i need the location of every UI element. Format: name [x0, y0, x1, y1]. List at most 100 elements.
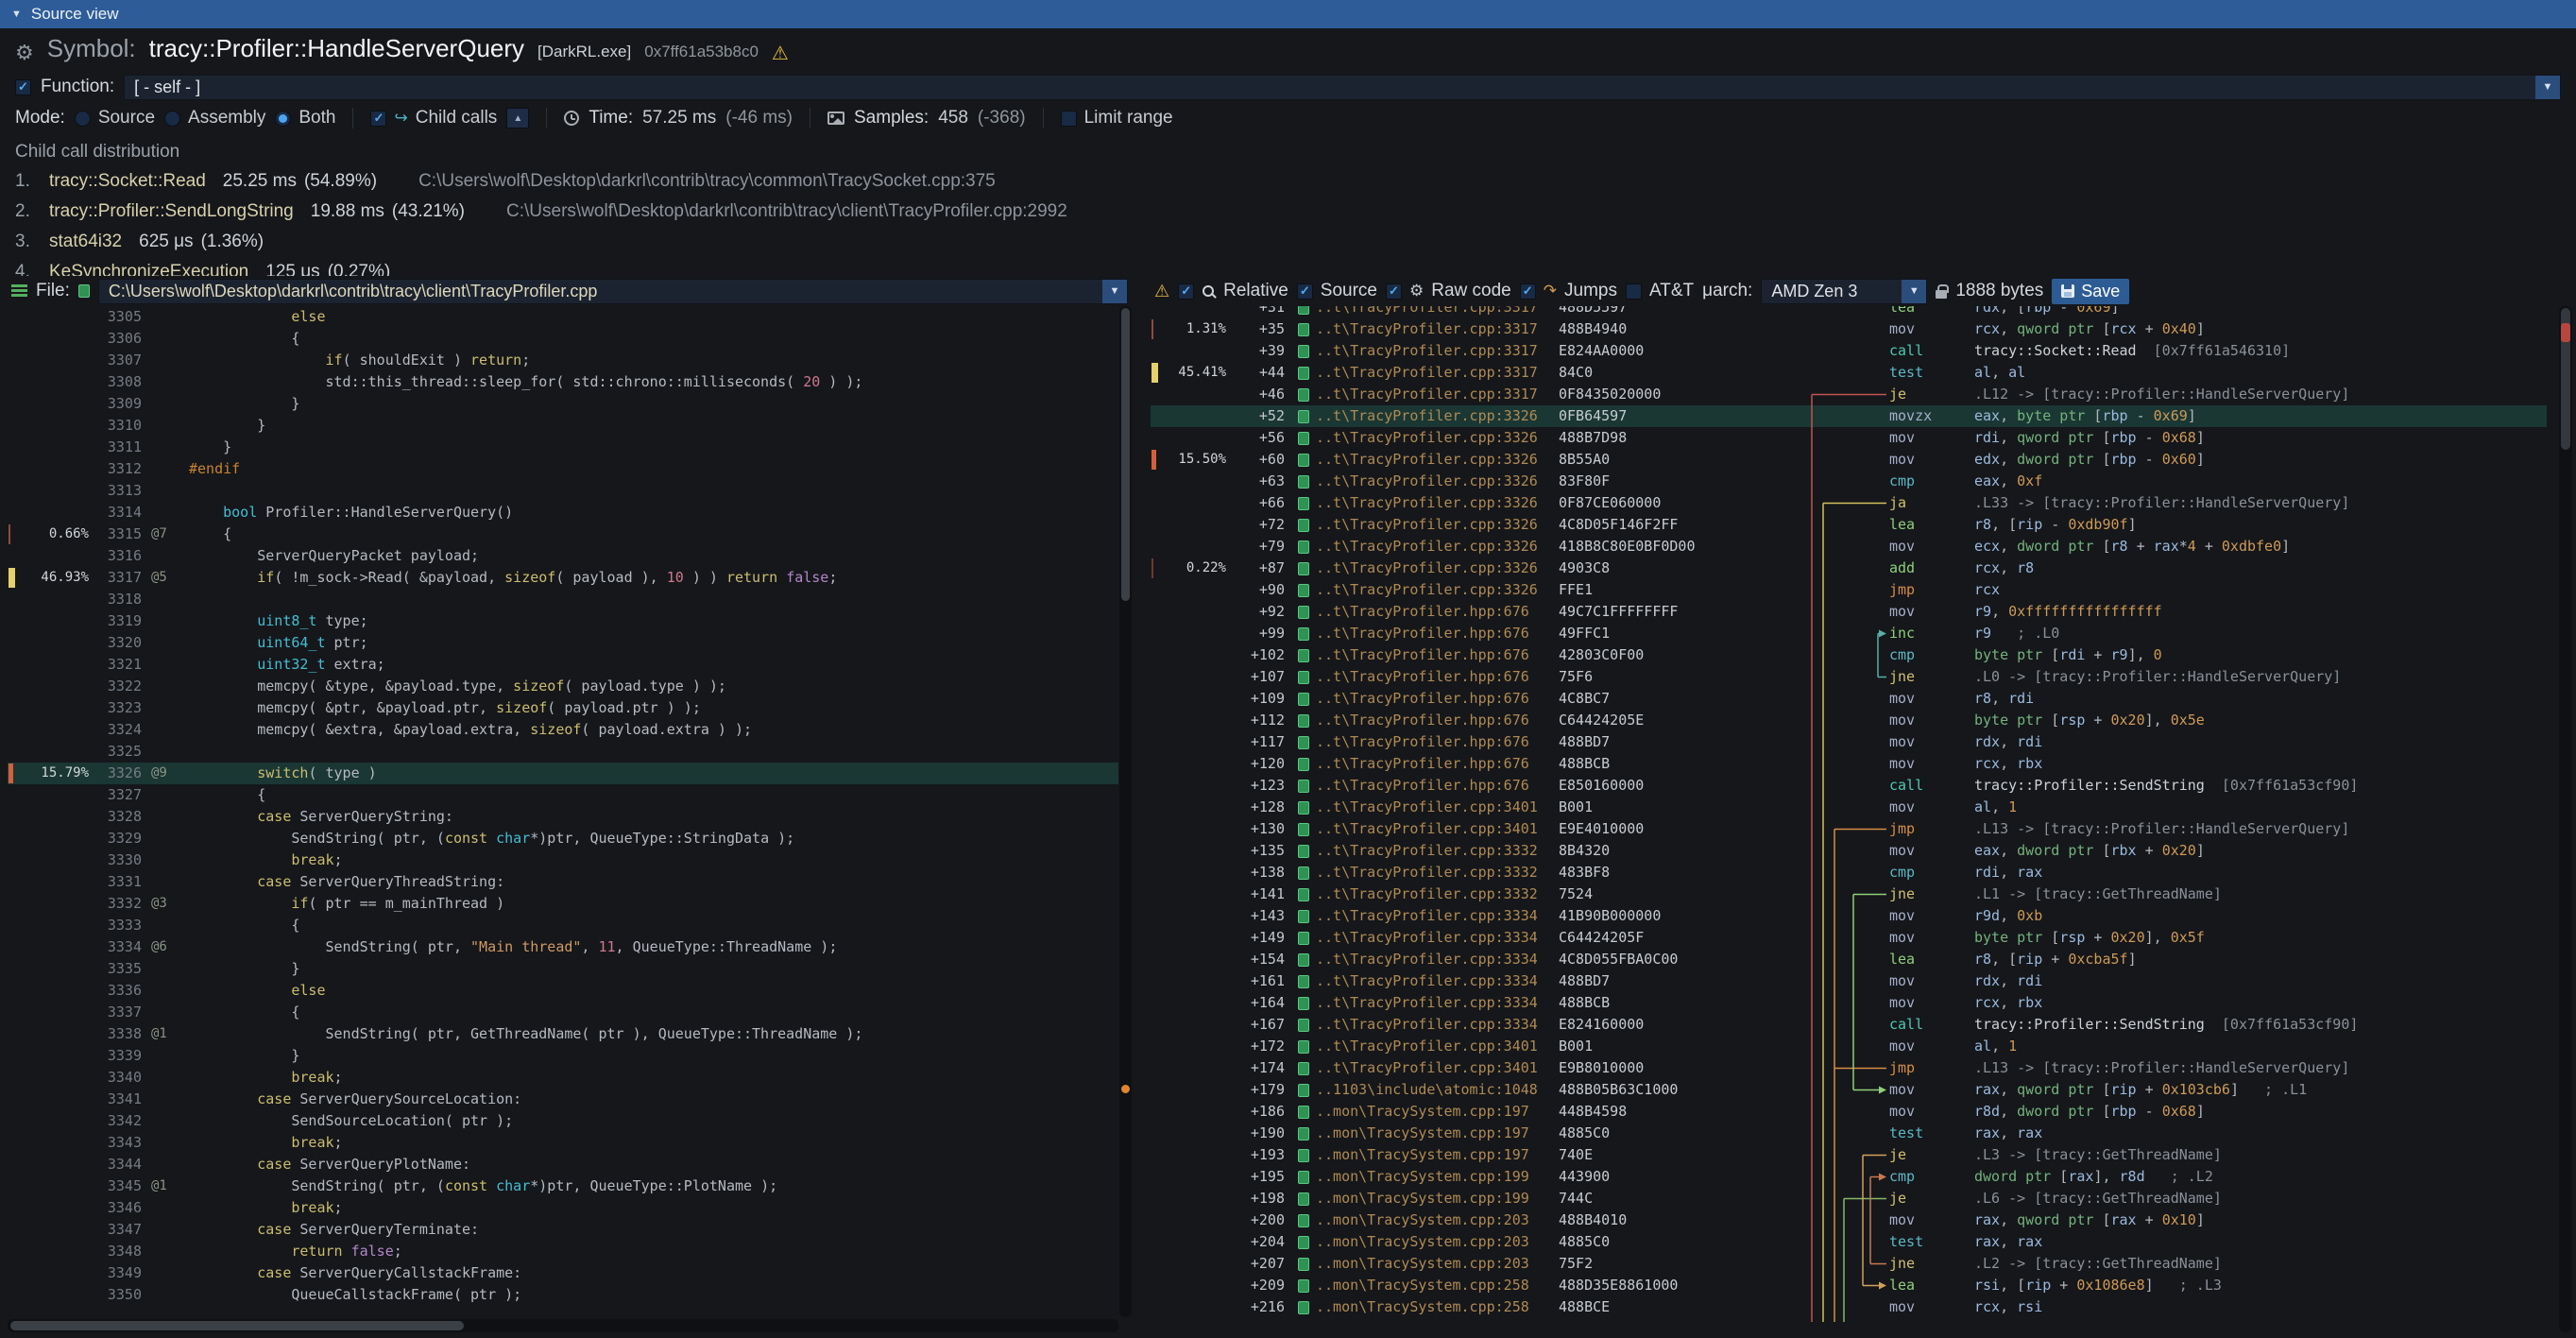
function-combo[interactable]: [ - self - ] ▼	[124, 75, 2561, 100]
source-line[interactable]: 3338@1 SendString( ptr, GetThreadName( p…	[8, 1023, 1118, 1045]
mode-radio-assembly[interactable]: Assembly	[164, 108, 265, 129]
asm-location[interactable]: ..t\TracyProfiler.cpp:3334	[1285, 1014, 1559, 1036]
titlebar[interactable]: ▼ Source view	[0, 0, 2576, 28]
asm-row[interactable]: 15.50%+60..t\TracyProfiler.cpp:33268B55A…	[1151, 449, 2547, 471]
source-line[interactable]: 3314 bool Profiler::HandleServerQuery()	[8, 502, 1118, 523]
asm-location[interactable]: ..t\TracyProfiler.cpp:3326	[1285, 536, 1559, 558]
source-line[interactable]: 3330 break;	[8, 849, 1118, 871]
source-line[interactable]: 3340 break;	[8, 1067, 1118, 1089]
asm-location[interactable]: ..t\TracyProfiler.cpp:3334	[1285, 970, 1559, 992]
asm-location[interactable]: ..t\TracyProfiler.cpp:3401	[1285, 797, 1559, 818]
asm-row[interactable]: +120..t\TracyProfiler.hpp:676488BCBmovrc…	[1151, 753, 2547, 775]
relative-checkbox[interactable]: Relative	[1178, 281, 1288, 301]
asm-row[interactable]: +31..t\TracyProfiler.cpp:3317488D5597lea…	[1151, 306, 2547, 318]
source-line[interactable]: 3319 uint8_t type;	[8, 610, 1118, 632]
mode-radio-source[interactable]: Source	[75, 108, 155, 129]
asm-location[interactable]: ..t\TracyProfiler.cpp:3332	[1285, 862, 1559, 883]
asm-row[interactable]: +209..mon\TracySystem.cpp:258488D35E8861…	[1151, 1275, 2547, 1296]
asm-location[interactable]: ..t\TracyProfiler.cpp:3401	[1285, 1036, 1559, 1057]
asm-row[interactable]: +198..mon\TracySystem.cpp:199744Cje.L6 -…	[1151, 1188, 2547, 1209]
source-line[interactable]: 3327 {	[8, 784, 1118, 806]
asm-row[interactable]: +167..t\TracyProfiler.cpp:3334E824160000…	[1151, 1014, 2547, 1036]
scrollbar-thumb[interactable]	[1121, 308, 1130, 601]
asm-location[interactable]: ..mon\TracySystem.cpp:197	[1285, 1101, 1559, 1123]
child-call-item[interactable]: 2.tracy::Profiler::SendLongString19.88 m…	[15, 197, 2561, 227]
asm-row[interactable]: +63..t\TracyProfiler.cpp:332683F80Fcmpea…	[1151, 471, 2547, 492]
asm-row[interactable]: +130..t\TracyProfiler.cpp:3401E9E4010000…	[1151, 818, 2547, 840]
asm-location[interactable]: ..t\TracyProfiler.cpp:3326	[1285, 427, 1559, 449]
limit-range-checkbox[interactable]: Limit range	[1061, 108, 1173, 129]
source-line[interactable]: 3333 {	[8, 915, 1118, 936]
chevron-down-icon[interactable]: ▼	[2535, 76, 2560, 99]
asm-row[interactable]: +128..t\TracyProfiler.cpp:3401B001moval,…	[1151, 797, 2547, 818]
source-line[interactable]: 3316 ServerQueryPacket payload;	[8, 545, 1118, 567]
source-line[interactable]: 3331 case ServerQueryThreadString:	[8, 871, 1118, 893]
source-line[interactable]: 3335 }	[8, 958, 1118, 980]
function-checkbox[interactable]	[15, 79, 31, 95]
asm-location[interactable]: ..t\TracyProfiler.cpp:3317	[1285, 340, 1559, 362]
asm-row[interactable]: +102..t\TracyProfiler.hpp:67642803C0F00c…	[1151, 644, 2547, 666]
source-line[interactable]: 15.79%3326@9 switch( type )	[8, 763, 1118, 784]
asm-location[interactable]: ..t\TracyProfiler.cpp:3332	[1285, 883, 1559, 905]
asm-location[interactable]: ..mon\TracySystem.cpp:199	[1285, 1166, 1559, 1188]
jumps-checkbox[interactable]: ↷Jumps	[1520, 281, 1617, 301]
asm-row[interactable]: +141..t\TracyProfiler.cpp:33327524jne.L1…	[1151, 883, 2547, 905]
asm-row[interactable]: +174..t\TracyProfiler.cpp:3401E9B8010000…	[1151, 1057, 2547, 1079]
asm-location[interactable]: ..t\TracyProfiler.cpp:3317	[1285, 318, 1559, 340]
asm-row[interactable]: 45.41%+44..t\TracyProfiler.cpp:331784C0t…	[1151, 362, 2547, 384]
asm-row[interactable]: +107..t\TracyProfiler.hpp:67675F6jne.L0 …	[1151, 666, 2547, 688]
asm-location[interactable]: ..t\TracyProfiler.hpp:676	[1285, 644, 1559, 666]
asm-row[interactable]: +117..t\TracyProfiler.hpp:676488BD7movrd…	[1151, 731, 2547, 753]
asm-row[interactable]: +92..t\TracyProfiler.hpp:67649C7C1FFFFFF…	[1151, 601, 2547, 623]
asm-row[interactable]: +186..mon\TracySystem.cpp:197448B4598mov…	[1151, 1101, 2547, 1123]
uarch-combo[interactable]: AMD Zen 3 ▼	[1761, 279, 1927, 304]
source-line[interactable]: 46.93%3317@5 if( !m_sock->Read( &payload…	[8, 567, 1118, 589]
source-line[interactable]: 3336 else	[8, 980, 1118, 1002]
source-line[interactable]: 3329 SendString( ptr, (const char*)ptr, …	[8, 828, 1118, 849]
source-line[interactable]: 3337 {	[8, 1002, 1118, 1023]
asm-row[interactable]: +216..mon\TracySystem.cpp:258488BCEmovrc…	[1151, 1296, 2547, 1318]
asm-location[interactable]: ..mon\TracySystem.cpp:203	[1285, 1209, 1559, 1231]
source-line[interactable]: 3348 return false;	[8, 1241, 1118, 1262]
source-line[interactable]: 3324 memcpy( &extra, &payload.extra, siz…	[8, 719, 1118, 741]
source-line[interactable]: 3350 QueueCallstackFrame( ptr );	[8, 1284, 1118, 1306]
asm-row[interactable]: +99..t\TracyProfiler.hpp:67649FFC1incr9 …	[1151, 623, 2547, 644]
chevron-down-icon[interactable]: ▼	[1102, 280, 1127, 303]
source-line[interactable]: 3309 }	[8, 393, 1118, 415]
asm-location[interactable]: ..1103\include\atomic:1048	[1285, 1079, 1559, 1101]
asm-location[interactable]: ..t\TracyProfiler.cpp:3332	[1285, 840, 1559, 862]
asm-location[interactable]: ..t\TracyProfiler.hpp:676	[1285, 753, 1559, 775]
asm-row[interactable]: +123..t\TracyProfiler.hpp:676E850160000c…	[1151, 775, 2547, 797]
source-line[interactable]: 3312#endif	[8, 458, 1118, 480]
asm-row[interactable]: +79..t\TracyProfiler.cpp:3326418B8C80E0B…	[1151, 536, 2547, 558]
source-line[interactable]: 3339 }	[8, 1045, 1118, 1067]
source-line[interactable]: 3343 break;	[8, 1132, 1118, 1154]
asm-location[interactable]: ..mon\TracySystem.cpp:258	[1285, 1296, 1559, 1318]
asm-row[interactable]: +52..t\TracyProfiler.cpp:33260FB64597mov…	[1151, 405, 2547, 427]
asm-row[interactable]: +66..t\TracyProfiler.cpp:33260F87CE06000…	[1151, 492, 2547, 514]
asm-location[interactable]: ..t\TracyProfiler.cpp:3317	[1285, 306, 1559, 318]
source-horizontal-scrollbar[interactable]	[8, 1319, 1118, 1332]
collapse-child-calls-button[interactable]: ▲	[506, 108, 529, 129]
asm-row[interactable]: +56..t\TracyProfiler.cpp:3326488B7D98mov…	[1151, 427, 2547, 449]
asm-row[interactable]: +72..t\TracyProfiler.cpp:33264C8D05F146F…	[1151, 514, 2547, 536]
asm-row[interactable]: +149..t\TracyProfiler.cpp:3334C64424205F…	[1151, 927, 2547, 949]
source-line[interactable]: 3347 case ServerQueryTerminate:	[8, 1219, 1118, 1241]
asm-row[interactable]: +109..t\TracyProfiler.hpp:6764C8BC7movr8…	[1151, 688, 2547, 710]
asm-location[interactable]: ..mon\TracySystem.cpp:197	[1285, 1123, 1559, 1144]
file-combo[interactable]: C:\Users\wolf\Desktop\darkrl\contrib\tra…	[98, 279, 1128, 304]
asm-location[interactable]: ..t\TracyProfiler.hpp:676	[1285, 666, 1559, 688]
asm-row[interactable]: +138..t\TracyProfiler.cpp:3332483BF8cmpr…	[1151, 862, 2547, 883]
child-call-item[interactable]: 1.tracy::Socket::Read25.25 ms(54.89%)C:\…	[15, 166, 2561, 197]
child-call-item[interactable]: 3.stat64i32625 μs(1.36%)	[15, 227, 2561, 257]
asm-row[interactable]: +179..1103\include\atomic:1048488B05B63C…	[1151, 1079, 2547, 1101]
asm-row[interactable]: 0.22%+87..t\TracyProfiler.cpp:33264903C8…	[1151, 558, 2547, 579]
asm-row[interactable]: 1.31%+35..t\TracyProfiler.cpp:3317488B49…	[1151, 318, 2547, 340]
asm-location[interactable]: ..t\TracyProfiler.hpp:676	[1285, 710, 1559, 731]
asm-row[interactable]: +204..mon\TracySystem.cpp:2034885C0testr…	[1151, 1231, 2547, 1253]
asm-row[interactable]: +154..t\TracyProfiler.cpp:33344C8D055FBA…	[1151, 949, 2547, 970]
asm-row[interactable]: +161..t\TracyProfiler.cpp:3334488BD7movr…	[1151, 970, 2547, 992]
asm-location[interactable]: ..t\TracyProfiler.hpp:676	[1285, 731, 1559, 753]
asm-location[interactable]: ..t\TracyProfiler.cpp:3326	[1285, 558, 1559, 579]
collapse-icon[interactable]: ▼	[11, 9, 22, 20]
